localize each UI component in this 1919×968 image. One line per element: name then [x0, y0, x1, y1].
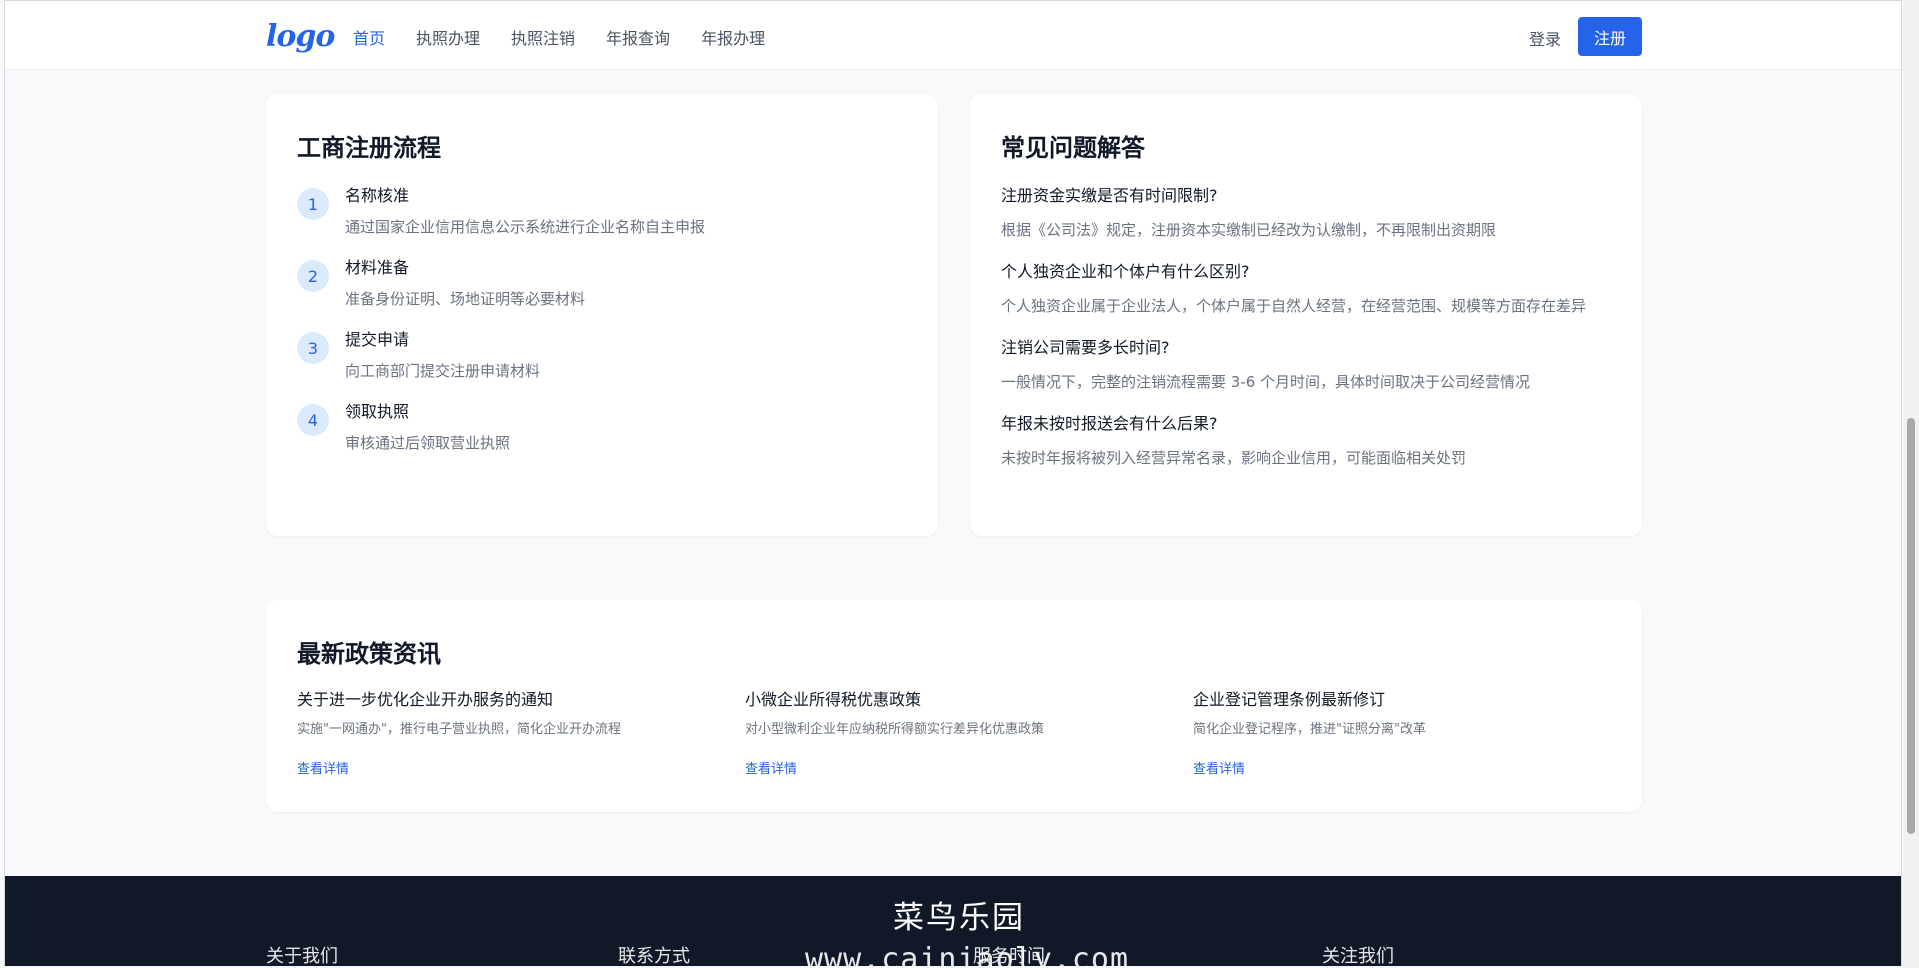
news-item-title: 小微企业所得税优惠政策: [745, 690, 922, 709]
news-detail-link[interactable]: 查看详情: [1193, 758, 1245, 777]
news-grid: 关于进一步优化企业开办服务的通知 实施"一网通办"，推行电子营业执照，简化企业开…: [297, 690, 1641, 777]
news-detail-link[interactable]: 查看详情: [297, 758, 349, 777]
step-title: 材料准备: [345, 258, 410, 277]
faq-list: 注册资金实缴是否有时间限制? 根据《公司法》规定，注册资本实缴制已经改为认缴制，…: [1001, 186, 1613, 490]
faq-question: 注册资金实缴是否有时间限制?: [1001, 186, 1218, 205]
footer-about: 关于我们: [266, 946, 338, 966]
news-item-desc: 实施"一网通办"，推行电子营业执照，简化企业开办流程: [297, 722, 621, 737]
nav-license-cancel[interactable]: 执照注销: [511, 25, 575, 49]
step-number-badge: 2: [297, 260, 329, 292]
news-item: 关于进一步优化企业开办服务的通知 实施"一网通办"，推行电子营业执照，简化企业开…: [297, 690, 745, 777]
news-item: 企业登记管理条例最新修订 简化企业登记程序，推进"证照分离"改革 查看详情: [1193, 690, 1641, 777]
step-item: 4 领取执照 审核通过后领取营业执照: [297, 402, 897, 474]
news-item-desc: 对小型微利企业年应纳税所得额实行差异化优惠政策: [745, 722, 1045, 737]
news-title: 最新政策资讯: [297, 640, 441, 668]
step-desc: 通过国家企业信用信息公示系统进行企业名称自主申报: [345, 218, 706, 236]
step-item: 3 提交申请 向工商部门提交注册申请材料: [297, 330, 897, 402]
top-header: logo 首页 执照办理 执照注销 年报查询 年报办理 登录 注册: [5, 0, 1901, 70]
main-nav: 首页 执照办理 执照注销 年报查询 年报办理: [353, 25, 796, 49]
faq-answer: 个人独资企业属于企业法人，个体户属于自然人经营，在经营范围、规模等方面存在差异: [1001, 297, 1587, 315]
step-item: 1 名称核准 通过国家企业信用信息公示系统进行企业名称自主申报: [297, 186, 897, 258]
nav-license-apply[interactable]: 执照办理: [416, 25, 480, 49]
step-number-badge: 4: [297, 404, 329, 436]
step-title: 领取执照: [345, 402, 410, 421]
news-item: 小微企业所得税优惠政策 对小型微利企业年应纳税所得额实行差异化优惠政策 查看详情: [745, 690, 1193, 777]
page-scrollbar[interactable]: [1903, 0, 1919, 968]
step-number-badge: 1: [297, 188, 329, 220]
step-number-badge: 3: [297, 332, 329, 364]
nav-home[interactable]: 首页: [353, 25, 385, 49]
nav-annual-report-apply[interactable]: 年报办理: [701, 25, 765, 49]
process-title: 工商注册流程: [297, 134, 441, 162]
footer-follow: 关注我们: [1322, 946, 1394, 966]
news-item-desc: 简化企业登记程序，推进"证照分离"改革: [1193, 722, 1426, 737]
step-item: 2 材料准备 准备身份证明、场地证明等必要材料: [297, 258, 897, 330]
scrollbar-thumb[interactable]: [1907, 418, 1915, 834]
faq-question: 个人独资企业和个体户有什么区别?: [1001, 262, 1250, 281]
site-logo[interactable]: logo: [266, 19, 335, 54]
faq-item: 注销公司需要多长时间? 一般情况下，完整的注销流程需要 3-6 个月时间，具体时…: [1001, 338, 1613, 394]
faq-answer: 未按时年报将被列入经营异常名录，影响企业信用，可能面临相关处罚: [1001, 449, 1467, 467]
news-item-title: 关于进一步优化企业开办服务的通知: [297, 690, 554, 709]
footer-contact: 联系方式: [618, 946, 690, 966]
step-title: 提交申请: [345, 330, 410, 349]
faq-title: 常见问题解答: [1001, 134, 1145, 162]
faq-card: 常见问题解答 注册资金实缴是否有时间限制? 根据《公司法》规定，注册资本实缴制已…: [970, 94, 1642, 536]
nav-annual-report-query[interactable]: 年报查询: [606, 25, 670, 49]
faq-question: 注销公司需要多长时间?: [1001, 338, 1170, 357]
faq-question: 年报未按时报送会有什么后果?: [1001, 414, 1218, 433]
step-desc: 准备身份证明、场地证明等必要材料: [345, 290, 586, 308]
register-button[interactable]: 注册: [1578, 17, 1642, 56]
news-detail-link[interactable]: 查看详情: [745, 758, 797, 777]
faq-answer: 一般情况下，完整的注销流程需要 3-6 个月时间，具体时间取决于公司经营情况: [1001, 373, 1531, 391]
registration-process-card: 工商注册流程 1 名称核准 通过国家企业信用信息公示系统进行企业名称自主申报 2…: [266, 94, 938, 536]
login-link[interactable]: 登录: [1529, 26, 1561, 50]
watermark-title: 菜鸟乐园: [893, 900, 1025, 936]
faq-item: 年报未按时报送会有什么后果? 未按时年报将被列入经营异常名录，影响企业信用，可能…: [1001, 414, 1613, 470]
faq-answer: 根据《公司法》规定，注册资本实缴制已经改为认缴制，不再限制出资期限: [1001, 221, 1497, 239]
faq-item: 个人独资企业和个体户有什么区别? 个人独资企业属于企业法人，个体户属于自然人经营…: [1001, 262, 1613, 318]
site-footer: 关于我们 联系方式 服务时间 关注我们 菜鸟乐园 www.cainiaoly.c…: [5, 876, 1901, 966]
policy-news-card: 最新政策资讯 关于进一步优化企业开办服务的通知 实施"一网通办"，推行电子营业执…: [266, 600, 1642, 812]
page-frame: logo 首页 执照办理 执照注销 年报查询 年报办理 登录 注册 工商注册流程…: [4, 0, 1902, 966]
step-desc: 向工商部门提交注册申请材料: [345, 362, 541, 380]
process-steps: 1 名称核准 通过国家企业信用信息公示系统进行企业名称自主申报 2 材料准备 准…: [297, 186, 897, 474]
news-item-title: 企业登记管理条例最新修订: [1193, 690, 1386, 709]
watermark-url: www.cainiaoly.com: [805, 942, 1130, 966]
step-title: 名称核准: [345, 186, 410, 205]
step-desc: 审核通过后领取营业执照: [345, 434, 511, 452]
faq-item: 注册资金实缴是否有时间限制? 根据《公司法》规定，注册资本实缴制已经改为认缴制，…: [1001, 186, 1613, 242]
